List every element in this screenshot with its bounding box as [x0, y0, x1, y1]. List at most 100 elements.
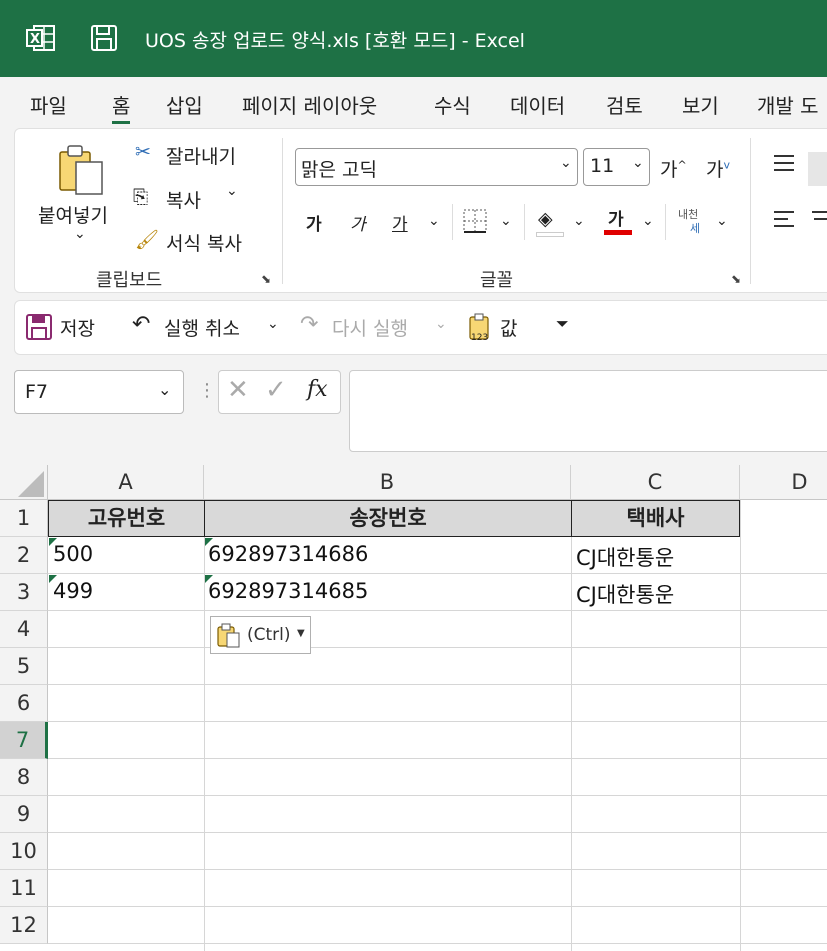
chevron-down-icon: ⌄	[560, 155, 572, 171]
row-header-9[interactable]: 9	[0, 796, 48, 833]
paste-button[interactable]: 붙여넣기	[38, 201, 108, 228]
grow-font-button[interactable]: 가^	[660, 155, 687, 182]
phonetic-guide-bottom[interactable]: 세	[690, 220, 700, 236]
row-header-6[interactable]: 6	[0, 685, 48, 722]
paste-options-label: (Ctrl)	[247, 625, 291, 645]
font-launcher-icon[interactable]: ⬊	[731, 272, 741, 286]
underline-button[interactable]: 가	[392, 210, 408, 235]
tab-formulas[interactable]: 수식	[434, 90, 471, 119]
row-header-12[interactable]: 12	[0, 907, 48, 944]
worksheet-grid[interactable]	[0, 465, 827, 951]
tab-file[interactable]: 파일	[30, 90, 67, 119]
fill-color-icon[interactable]: ◈	[538, 208, 553, 230]
undo-dropdown-icon[interactable]: ⌄	[267, 316, 279, 332]
save-icon[interactable]	[90, 24, 118, 52]
more-options-icon[interactable]: ⋮	[198, 380, 216, 401]
customize-qat-icon[interactable]: ⏷	[556, 314, 569, 334]
row-header-3[interactable]: 3	[0, 574, 48, 611]
font-size-select[interactable]: 11 ⌄	[583, 148, 650, 186]
row-header-7[interactable]: 7	[0, 722, 48, 759]
phonetic-dropdown-icon[interactable]: ⌄	[716, 213, 728, 229]
bold-button[interactable]: 가	[306, 210, 322, 235]
save-button[interactable]: 저장	[60, 314, 95, 341]
ribbon-divider	[750, 138, 751, 284]
fill-color-dropdown-icon[interactable]: ⌄	[573, 213, 585, 229]
paste-icon[interactable]	[56, 142, 108, 198]
ribbon-divider	[452, 204, 453, 240]
font-name-select[interactable]: 맑은 고딕 ⌄	[295, 148, 578, 186]
row-header-4[interactable]: 4	[0, 611, 48, 648]
column-header-a[interactable]: A	[48, 465, 204, 500]
italic-button[interactable]: 가	[350, 210, 366, 235]
chevron-down-icon: ⌄	[158, 380, 172, 399]
format-painter-icon[interactable]: 🖌	[135, 228, 159, 251]
cut-button[interactable]: 잘라내기	[166, 142, 236, 169]
clipboard-group-label: 클립보드	[96, 270, 163, 291]
cell-a1[interactable]: 고유번호	[48, 500, 205, 537]
borders-icon[interactable]	[462, 208, 488, 234]
row-header-11[interactable]: 11	[0, 870, 48, 907]
row-header-2[interactable]: 2	[0, 537, 48, 574]
shrink-font-button[interactable]: 가v	[706, 155, 730, 182]
grid-line	[48, 647, 827, 648]
fill-color-bar	[536, 232, 564, 237]
copy-dropdown-icon[interactable]: ⌄	[226, 183, 238, 199]
column-header-b[interactable]: B	[204, 465, 571, 500]
cut-icon[interactable]: ✂	[135, 141, 151, 163]
shrink-font-label: 가	[706, 159, 724, 181]
tab-page-layout[interactable]: 페이지 레이아웃	[242, 90, 377, 119]
name-box[interactable]: F7 ⌄	[14, 370, 184, 414]
grid-line	[48, 943, 827, 944]
title-bar: X UOS 송장 업로드 양식.xls [호환 모드] - Excel	[0, 0, 827, 77]
column-header-c[interactable]: C	[571, 465, 740, 500]
paste-values-button[interactable]: 값	[500, 314, 517, 341]
row-header-10[interactable]: 10	[0, 833, 48, 870]
save-icon[interactable]	[26, 314, 52, 340]
tab-data[interactable]: 데이터	[510, 90, 565, 119]
select-all-corner[interactable]	[0, 465, 48, 500]
grid-line	[740, 500, 741, 951]
cell-a3[interactable]: 499	[53, 579, 93, 603]
row-header-1[interactable]: 1	[0, 500, 48, 537]
row-header-8[interactable]: 8	[0, 759, 48, 796]
svg-text:X: X	[30, 32, 40, 47]
undo-icon[interactable]: ↶	[132, 312, 150, 337]
undo-button[interactable]: 실행 취소	[164, 314, 240, 341]
cell-c2[interactable]: CJ대한통운	[576, 542, 674, 572]
grid-line	[48, 795, 827, 796]
formula-input[interactable]	[349, 370, 827, 452]
clipboard-launcher-icon[interactable]: ⬊	[261, 272, 271, 286]
tab-developer[interactable]: 개발 도	[757, 90, 819, 119]
cell-b2[interactable]: 692897314686	[208, 542, 368, 566]
cell-b1[interactable]: 송장번호	[204, 500, 572, 537]
ribbon-divider	[665, 204, 666, 240]
underline-dropdown-icon[interactable]: ⌄	[428, 213, 440, 229]
grid-line	[48, 906, 827, 907]
paste-dropdown-icon[interactable]: ⌄	[74, 226, 86, 242]
tab-insert[interactable]: 삽입	[166, 90, 203, 119]
cell-a2[interactable]: 500	[53, 542, 93, 566]
font-color-bar	[604, 230, 632, 235]
alignment-icons[interactable]	[772, 152, 827, 232]
row-header-5[interactable]: 5	[0, 648, 48, 685]
paste-values-icon[interactable]: 123	[468, 312, 494, 342]
excel-logo-icon: X	[26, 25, 55, 51]
tab-review[interactable]: 검토	[606, 90, 643, 119]
cell-c3[interactable]: CJ대한통운	[576, 579, 674, 609]
insert-function-button[interactable]: fx	[307, 377, 328, 402]
format-painter-button[interactable]: 서식 복사	[166, 229, 242, 256]
column-header-d[interactable]: D	[740, 465, 827, 500]
font-color-dropdown-icon[interactable]: ⌄	[642, 213, 654, 229]
chevron-down-icon: ▼	[297, 628, 305, 639]
font-color-button[interactable]: 가	[608, 205, 624, 230]
grid-line	[48, 758, 827, 759]
copy-button[interactable]: 복사	[166, 186, 201, 213]
paste-options-button[interactable]: (Ctrl) ▼	[210, 616, 311, 654]
cell-c1[interactable]: 택배사	[571, 500, 740, 537]
tab-view[interactable]: 보기	[682, 90, 719, 119]
borders-dropdown-icon[interactable]: ⌄	[500, 213, 512, 229]
font-size-value: 11	[590, 155, 615, 177]
cell-b3[interactable]: 692897314685	[208, 579, 368, 603]
tab-home[interactable]: 홈	[112, 90, 131, 124]
copy-icon[interactable]: ⎘	[133, 186, 148, 208]
